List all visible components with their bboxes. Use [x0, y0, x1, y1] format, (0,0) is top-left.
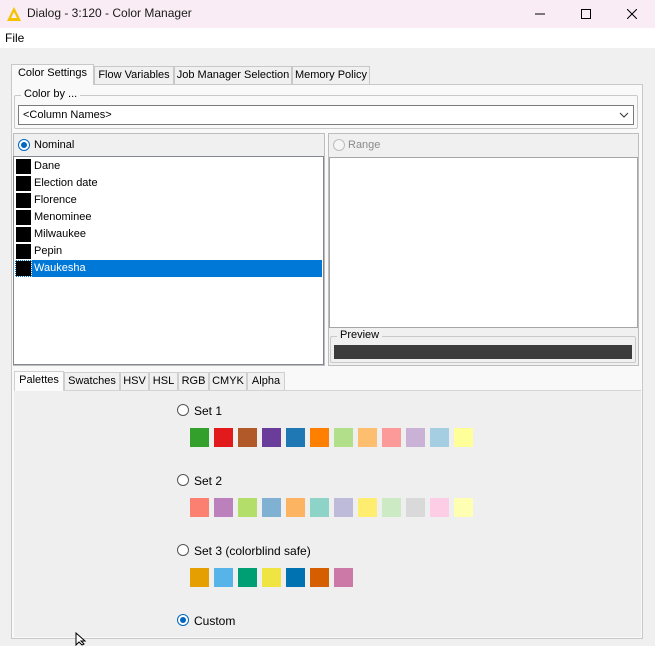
palette-swatch[interactable]: [334, 428, 353, 447]
list-item-label: Election date: [34, 177, 98, 189]
minimize-button[interactable]: [517, 0, 563, 28]
palette-swatch[interactable]: [190, 428, 209, 447]
tab-color-settings[interactable]: Color Settings: [11, 64, 94, 85]
palette-swatch[interactable]: [190, 568, 209, 587]
palette-swatch[interactable]: [406, 428, 425, 447]
range-box: [329, 157, 638, 328]
palette-swatch[interactable]: [358, 428, 377, 447]
list-item-label: Milwaukee: [34, 228, 86, 240]
color-swatch: [16, 244, 31, 259]
maximize-icon: [581, 9, 591, 19]
list-item[interactable]: Milwaukee: [15, 226, 322, 243]
close-icon: [627, 9, 637, 19]
palette-swatch[interactable]: [358, 498, 377, 517]
menu-bar: File: [0, 28, 655, 48]
nominal-label: Nominal: [34, 139, 75, 151]
tab-hsl[interactable]: HSL: [149, 372, 178, 390]
palette-swatch[interactable]: [214, 498, 233, 517]
menu-file[interactable]: File: [5, 31, 24, 45]
palette-swatch[interactable]: [334, 568, 353, 587]
set3-label: Set 3 (colorblind safe): [194, 544, 311, 558]
tab-job-manager-selection[interactable]: Job Manager Selection: [174, 66, 292, 84]
list-item-label: Waukesha: [34, 262, 86, 274]
color-swatch: [16, 210, 31, 225]
list-item[interactable]: Pepin: [15, 243, 322, 260]
set1-radio[interactable]: [177, 404, 189, 416]
minimize-icon: [535, 13, 545, 15]
list-item[interactable]: Waukesha: [15, 260, 322, 277]
set3-radio[interactable]: [177, 544, 189, 556]
custom-radio[interactable]: [177, 614, 189, 626]
palette-swatch[interactable]: [454, 498, 473, 517]
list-item[interactable]: Dane: [15, 158, 322, 175]
tab-cmyk[interactable]: CMYK: [209, 372, 247, 390]
tab-palettes[interactable]: Palettes: [14, 371, 64, 391]
range-label: Range: [348, 139, 381, 151]
color-swatch: [16, 193, 31, 208]
list-item-label: Dane: [34, 160, 61, 172]
palette-swatch[interactable]: [190, 498, 209, 517]
close-button[interactable]: [609, 0, 655, 28]
tab-alpha[interactable]: Alpha: [247, 372, 285, 390]
range-radio[interactable]: [333, 139, 345, 151]
set2-label: Set 2: [194, 474, 223, 488]
palette-swatch[interactable]: [286, 568, 305, 587]
tab-swatches[interactable]: Swatches: [64, 372, 120, 390]
palette-swatch[interactable]: [430, 498, 449, 517]
palette-swatch[interactable]: [262, 428, 281, 447]
palette-swatch[interactable]: [310, 498, 329, 517]
knime-warning-icon: [7, 7, 21, 21]
chooser-tabs: Palettes Swatches HSV HSL RGB CMYK Alpha: [14, 371, 641, 391]
palette-swatch[interactable]: [238, 568, 257, 587]
list-item-label: Pepin: [34, 245, 63, 257]
palette-swatch[interactable]: [214, 428, 233, 447]
color-by-select[interactable]: <Column Names>: [18, 105, 634, 125]
palette-swatch[interactable]: [454, 428, 473, 447]
chevron-down-icon: [619, 112, 629, 118]
color-swatch: [16, 227, 31, 242]
tab-rgb[interactable]: RGB: [178, 372, 209, 390]
palette-swatch[interactable]: [310, 568, 329, 587]
palette-swatch[interactable]: [262, 568, 281, 587]
palette-swatch[interactable]: [430, 428, 449, 447]
palette-swatch[interactable]: [406, 498, 425, 517]
palette-swatch[interactable]: [310, 428, 329, 447]
preview-legend: Preview: [337, 329, 383, 341]
list-item[interactable]: Florence: [15, 192, 322, 209]
list-item-label: Florence: [34, 194, 77, 206]
palette-swatch[interactable]: [382, 428, 401, 447]
tab-memory-policy[interactable]: Memory Policy: [292, 66, 370, 84]
color-swatch: [16, 176, 31, 191]
list-item[interactable]: Election date: [15, 175, 322, 192]
palette-swatch[interactable]: [286, 498, 305, 517]
window-title: Dialog - 3:120 - Color Manager: [27, 6, 192, 20]
tab-flow-variables[interactable]: Flow Variables: [94, 66, 174, 84]
color-by-legend: Color by ...: [21, 88, 81, 100]
maximize-button[interactable]: [563, 0, 609, 28]
set2-radio[interactable]: [177, 474, 189, 486]
list-item[interactable]: Menominee: [15, 209, 322, 226]
custom-label: Custom: [194, 614, 236, 628]
palette-swatch[interactable]: [334, 498, 353, 517]
palette-swatch[interactable]: [238, 428, 257, 447]
palette-swatch[interactable]: [238, 498, 257, 517]
color-swatch: [16, 159, 31, 174]
color-by-value: <Column Names>: [23, 109, 112, 121]
list-item-label: Menominee: [34, 211, 92, 223]
set1-label: Set 1: [194, 404, 223, 418]
color-swatch: [15, 260, 32, 277]
palette-swatch[interactable]: [286, 428, 305, 447]
nominal-list[interactable]: Dane Election date Florence Menominee Milwau…: [13, 156, 324, 365]
palette-swatch[interactable]: [262, 498, 281, 517]
palette-swatch[interactable]: [214, 568, 233, 587]
title-bar: Dialog - 3:120 - Color Manager: [0, 0, 655, 28]
tab-hsv[interactable]: HSV: [120, 372, 149, 390]
palette-swatch[interactable]: [382, 498, 401, 517]
preview-bar: [334, 345, 632, 359]
nominal-radio[interactable]: [18, 139, 30, 151]
